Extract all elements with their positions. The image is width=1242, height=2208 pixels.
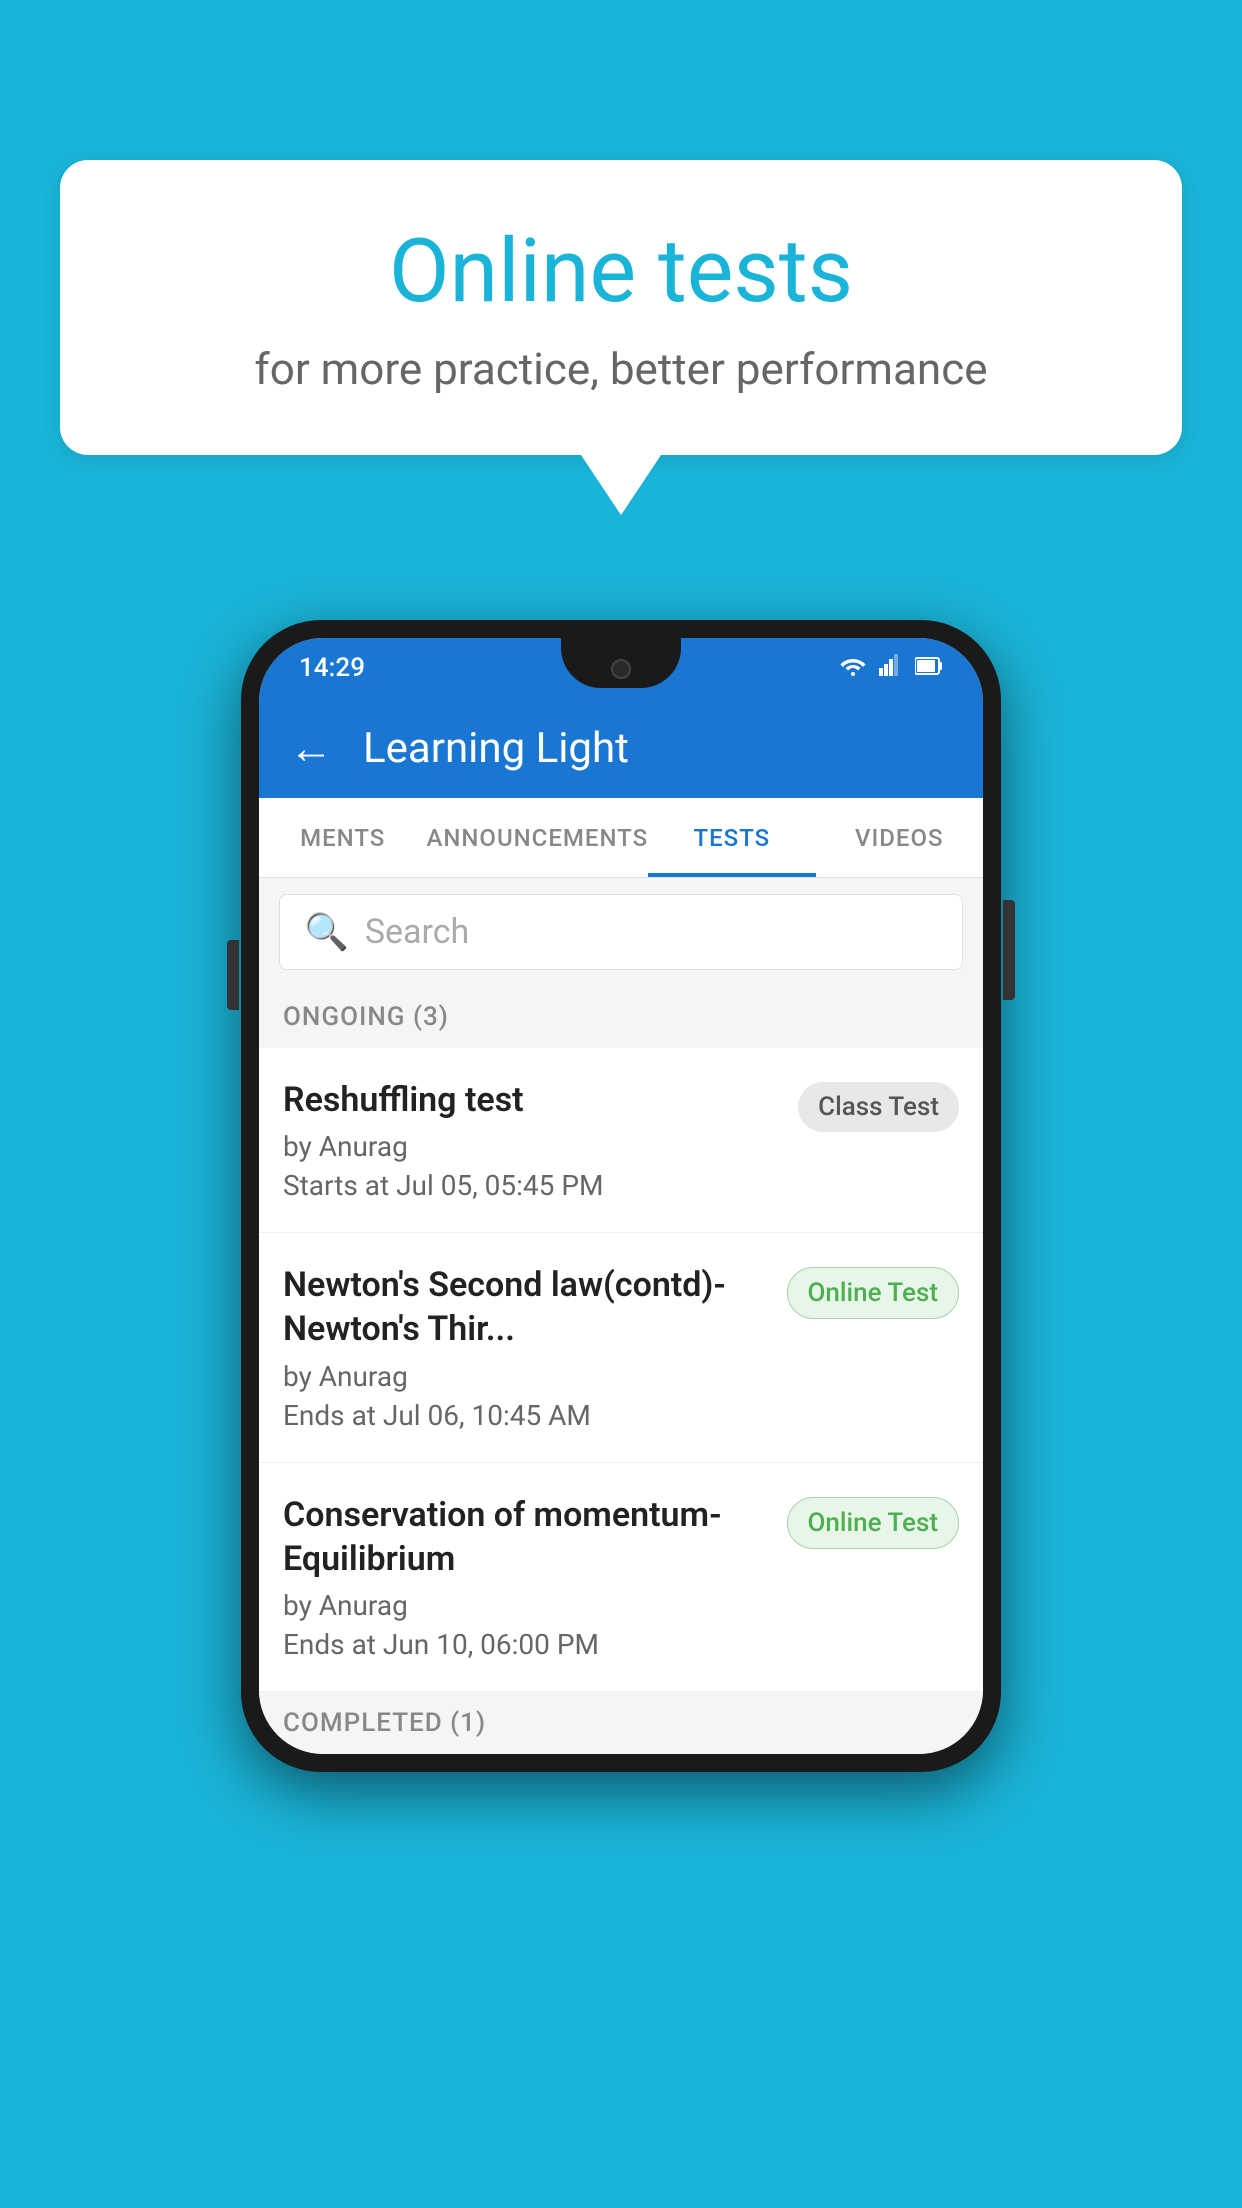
speech-bubble-subtitle: for more practice, better performance [140, 343, 1102, 395]
search-bar[interactable]: 🔍 Search [279, 894, 963, 970]
test-info-1: Reshuffling test by Anurag Starts at Jul… [283, 1078, 778, 1202]
tab-videos[interactable]: VIDEOS [816, 798, 983, 877]
test-author-3: by Anurag [283, 1589, 767, 1622]
app-bar: ← Learning Light [259, 698, 983, 798]
ongoing-label: ONGOING (3) [283, 1002, 449, 1032]
tab-announcements[interactable]: ANNOUNCEMENTS [426, 798, 648, 877]
test-time-2: Ends at Jul 06, 10:45 AM [283, 1399, 767, 1432]
test-badge-1: Class Test [798, 1082, 959, 1132]
test-info-2: Newton's Second law(contd)-Newton's Thir… [283, 1263, 767, 1431]
speech-bubble-arrow [581, 455, 661, 515]
status-time: 14:29 [299, 653, 365, 683]
tab-ments[interactable]: MENTS [259, 798, 426, 877]
app-title: Learning Light [363, 724, 629, 773]
notch [561, 638, 681, 688]
phone-screen: 14:29 [259, 638, 983, 1754]
speech-bubble: Online tests for more practice, better p… [60, 160, 1182, 455]
test-time-3: Ends at Jun 10, 06:00 PM [283, 1628, 767, 1661]
completed-section-header: COMPLETED (1) [259, 1692, 983, 1754]
signal-icon [879, 654, 903, 682]
test-time-1: Starts at Jul 05, 05:45 PM [283, 1169, 778, 1202]
search-icon: 🔍 [304, 911, 349, 953]
test-badge-2: Online Test [787, 1267, 960, 1319]
test-author-1: by Anurag [283, 1130, 778, 1163]
phone-frame: 14:29 [241, 620, 1001, 1772]
phone-container: 14:29 [241, 620, 1001, 1772]
status-icons [839, 654, 943, 682]
test-badge-3: Online Test [787, 1497, 960, 1549]
tab-tests[interactable]: TESTS [648, 798, 815, 877]
test-list: Reshuffling test by Anurag Starts at Jul… [259, 1048, 983, 1692]
tab-bar: MENTS ANNOUNCEMENTS TESTS VIDEOS [259, 798, 983, 878]
test-author-2: by Anurag [283, 1360, 767, 1393]
speech-bubble-title: Online tests [140, 220, 1102, 323]
status-bar: 14:29 [259, 638, 983, 698]
search-container: 🔍 Search [259, 878, 983, 986]
test-item-3[interactable]: Conservation of momentum-Equilibrium by … [259, 1463, 983, 1692]
test-title-2: Newton's Second law(contd)-Newton's Thir… [283, 1263, 767, 1351]
test-info-3: Conservation of momentum-Equilibrium by … [283, 1493, 767, 1661]
test-title-3: Conservation of momentum-Equilibrium [283, 1493, 767, 1581]
ongoing-section-header: ONGOING (3) [259, 986, 983, 1048]
search-placeholder: Search [365, 912, 469, 952]
camera-notch [611, 659, 631, 679]
test-item-1[interactable]: Reshuffling test by Anurag Starts at Jul… [259, 1048, 983, 1233]
speech-bubble-container: Online tests for more practice, better p… [60, 160, 1182, 515]
completed-label: COMPLETED (1) [283, 1708, 486, 1738]
wifi-icon [839, 654, 867, 682]
test-item-2[interactable]: Newton's Second law(contd)-Newton's Thir… [259, 1233, 983, 1462]
battery-icon [915, 654, 943, 682]
back-button[interactable]: ← [289, 722, 333, 774]
test-title-1: Reshuffling test [283, 1078, 778, 1122]
